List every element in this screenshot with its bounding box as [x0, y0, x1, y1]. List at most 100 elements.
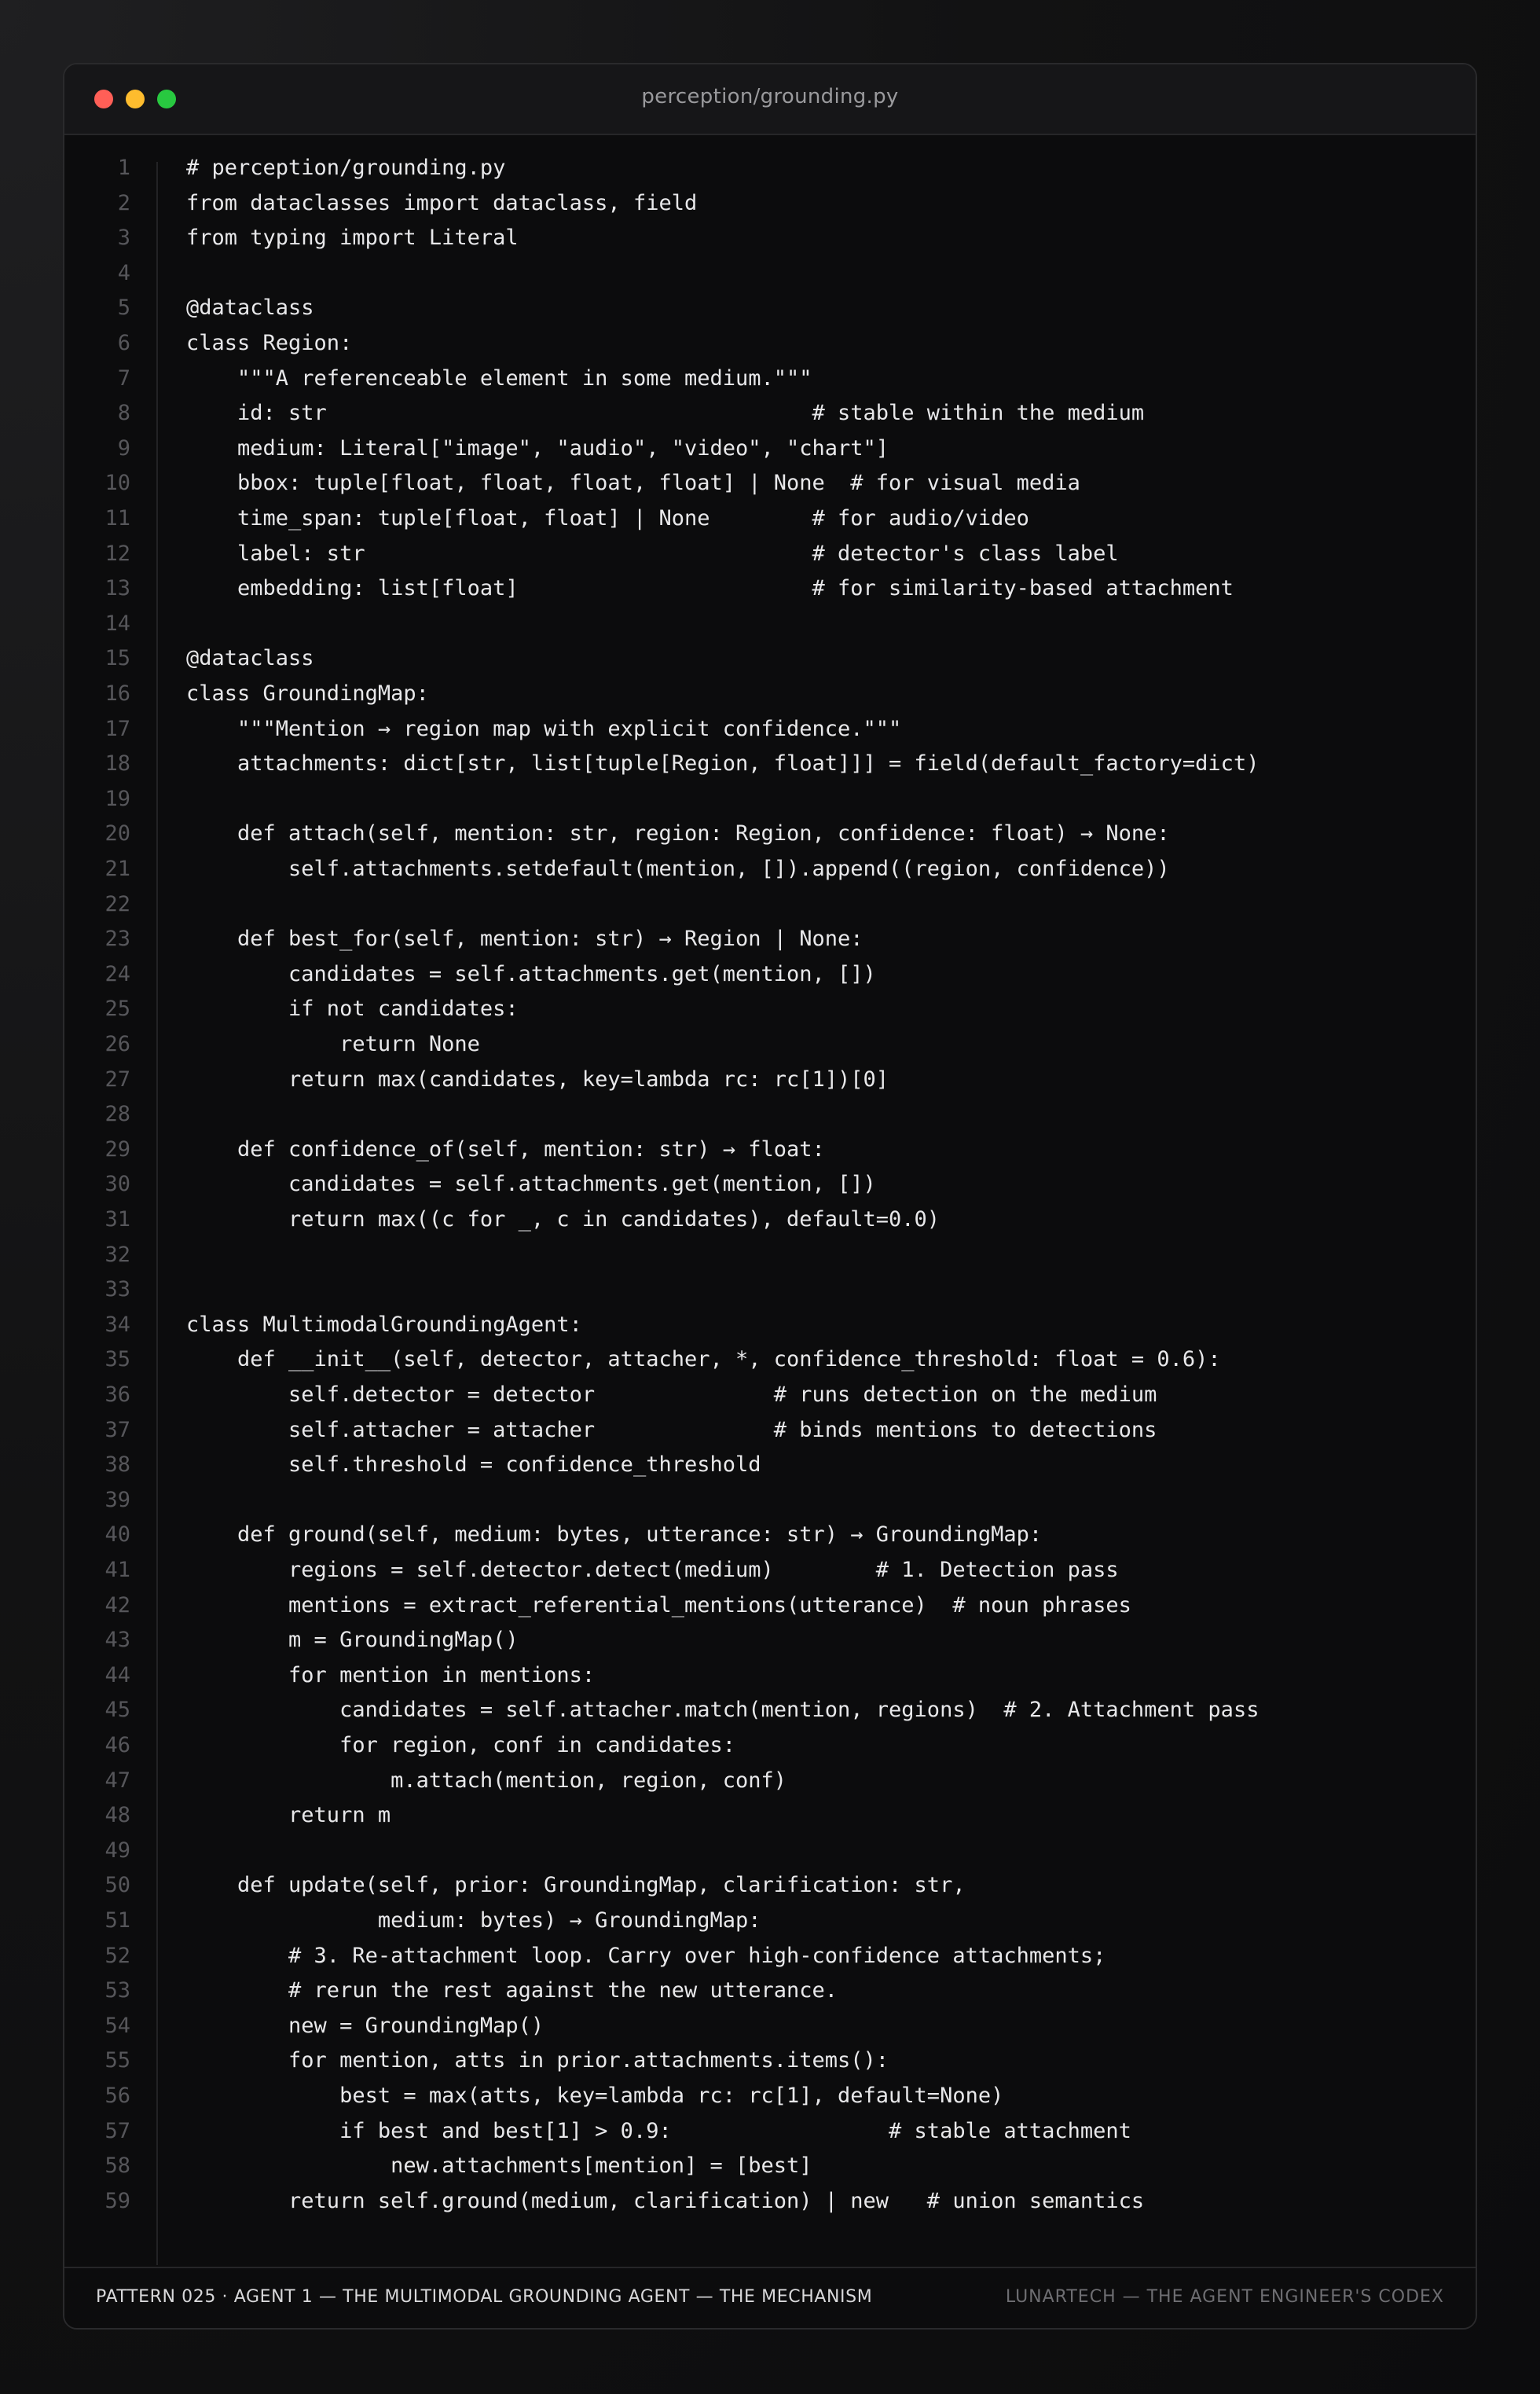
code-text: if not candidates:	[186, 997, 519, 1022]
line-number: 42	[104, 1592, 130, 1617]
line-number: 35	[104, 1347, 130, 1372]
line-number: 38	[104, 1452, 130, 1478]
code-line: 8 id: str # stable within the medium	[64, 396, 1476, 431]
code-text: candidates = self.attacher.match(mention…	[186, 1698, 1260, 1723]
line-number: 3	[117, 226, 130, 251]
line-number: 26	[104, 1032, 130, 1056]
editor-window: perception/grounding.py 1 # perception/gr…	[63, 63, 1477, 2330]
code-text: if best and best[1] > 0.9: # stable atta…	[186, 2118, 1131, 2143]
code-text: medium: Literal["image", "audio", "video…	[186, 435, 889, 461]
footer-pattern-label: PATTERN 025 · AGENT 1 — THE MULTIMODAL G…	[96, 2287, 873, 2307]
code-text: bbox: tuple[float, float, float, float] …	[186, 471, 1080, 496]
code-text: class GroundingMap:	[186, 681, 429, 706]
code-line: 19	[64, 782, 1476, 817]
line-number: 40	[104, 1522, 130, 1548]
line-number: 44	[104, 1662, 130, 1687]
line-number: 6	[117, 331, 130, 355]
line-number: 50	[104, 1873, 130, 1898]
code-text: attachments: dict[str, list[tuple[Region…	[186, 751, 1260, 777]
code-text: new.attachments[mention] = [best]	[186, 2153, 812, 2179]
code-text: def __init__(self, detector, attacher, *…	[186, 1347, 1221, 1372]
code-text: # perception/grounding.py	[186, 156, 506, 180]
code-line: 32	[64, 1238, 1476, 1273]
code-text: return m	[186, 1803, 391, 1828]
code-text: self.attachments.setdefault(mention, [])…	[186, 857, 1170, 881]
code-line: 35 def __init__(self, detector, attacher…	[64, 1342, 1476, 1378]
line-number: 1	[117, 156, 130, 180]
code-text: candidates = self.attachments.get(mentio…	[186, 961, 876, 986]
code-line: 10 bbox: tuple[float, float, float, floa…	[64, 466, 1476, 501]
line-number: 32	[104, 1242, 130, 1267]
code-line: 4	[64, 256, 1476, 292]
line-number: 15	[104, 646, 130, 671]
line-number: 45	[104, 1698, 130, 1723]
code-line: 48 return m	[64, 1798, 1476, 1834]
code-text: def attach(self, mention: str, region: R…	[186, 821, 1170, 846]
code-line: 43 m = GroundingMap()	[64, 1623, 1476, 1658]
code-line: 6 class Region:	[64, 326, 1476, 362]
code-line: 16 class GroundingMap:	[64, 677, 1476, 712]
code-text: def confidence_of(self, mention: str) → …	[186, 1136, 825, 1162]
line-number: 16	[104, 681, 130, 706]
code-line: 14	[64, 607, 1476, 642]
code-line: 34 class MultimodalGroundingAgent:	[64, 1308, 1476, 1343]
code-text: m.attach(mention, region, conf)	[186, 1768, 787, 1793]
code-text: time_span: tuple[float, float] | None # …	[186, 506, 1029, 531]
code-line: 13 embedding: list[float] # for similari…	[64, 571, 1476, 607]
code-line: 52 # 3. Re-attachment loop. Carry over h…	[64, 1939, 1476, 1974]
line-number: 2	[117, 190, 130, 215]
code-text: class MultimodalGroundingAgent:	[186, 1312, 582, 1337]
line-number: 29	[104, 1136, 130, 1162]
code-text: self.threshold = confidence_threshold	[186, 1452, 761, 1478]
code-text: for mention, atts in prior.attachments.i…	[186, 2048, 889, 2073]
line-number: 47	[104, 1768, 130, 1793]
line-number: 21	[104, 857, 130, 881]
code-text: from typing import Literal	[186, 226, 519, 251]
code-line: 31 return max((c for _, c in candidates)…	[64, 1203, 1476, 1238]
line-number: 57	[104, 2118, 130, 2143]
code-line: 26 return None	[64, 1027, 1476, 1063]
line-number: 59	[104, 2188, 130, 2213]
line-number: 17	[104, 716, 130, 741]
code-line: 36 self.detector = detector # runs detec…	[64, 1378, 1476, 1413]
code-line: 54 new = GroundingMap()	[64, 2009, 1476, 2044]
code-line: 22	[64, 887, 1476, 923]
line-number: 51	[104, 1908, 130, 1933]
code-text: def best_for(self, mention: str) → Regio…	[186, 927, 864, 952]
code-text: candidates = self.attachments.get(mentio…	[186, 1172, 876, 1197]
line-number: 20	[104, 821, 130, 846]
code-text: for mention in mentions:	[186, 1662, 596, 1687]
line-number: 8	[117, 401, 130, 426]
code-line: 37 self.attacher = attacher # binds ment…	[64, 1413, 1476, 1449]
code-line: 39	[64, 1483, 1476, 1518]
footer-brand-label: LUNARTECH — THE AGENT ENGINEER'S CODEX	[1005, 2287, 1444, 2307]
code-text: # rerun the rest against the new utteran…	[186, 1978, 838, 2003]
line-number: 22	[104, 891, 130, 916]
code-line: 51 medium: bytes) → GroundingMap:	[64, 1904, 1476, 1939]
code-line: 56 best = max(atts, key=lambda rc: rc[1]…	[64, 2079, 1476, 2114]
line-number: 52	[104, 1943, 130, 1968]
line-number: 18	[104, 751, 130, 777]
line-number: 5	[117, 296, 130, 321]
code-editor[interactable]: 1 # perception/grounding.py 2 from dataclas…	[64, 140, 1476, 2265]
line-number: 23	[104, 927, 130, 952]
code-line: 47 m.attach(mention, region, conf)	[64, 1764, 1476, 1799]
line-number: 9	[117, 435, 130, 461]
line-number: 36	[104, 1382, 130, 1407]
code-line: 27 return max(candidates, key=lambda rc:…	[64, 1063, 1476, 1098]
code-text: embedding: list[float] # for similarity-…	[186, 576, 1234, 601]
code-text: return self.ground(medium, clarification…	[186, 2188, 1145, 2213]
code-text: id: str # stable within the medium	[186, 401, 1145, 426]
line-number: 53	[104, 1978, 130, 2003]
code-text: def ground(self, medium: bytes, utteranc…	[186, 1522, 1043, 1548]
code-line: 25 if not candidates:	[64, 992, 1476, 1027]
code-text: self.attacher = attacher # binds mention…	[186, 1417, 1157, 1442]
line-number: 46	[104, 1733, 130, 1757]
code-line: 50 def update(self, prior: GroundingMap,…	[64, 1868, 1476, 1904]
code-text: m = GroundingMap()	[186, 1628, 519, 1653]
line-number: 39	[104, 1487, 130, 1512]
code-line: 20 def attach(self, mention: str, region…	[64, 817, 1476, 852]
code-text: class Region:	[186, 331, 353, 355]
code-line: 1 # perception/grounding.py	[64, 151, 1476, 186]
code-text: return None	[186, 1032, 480, 1056]
